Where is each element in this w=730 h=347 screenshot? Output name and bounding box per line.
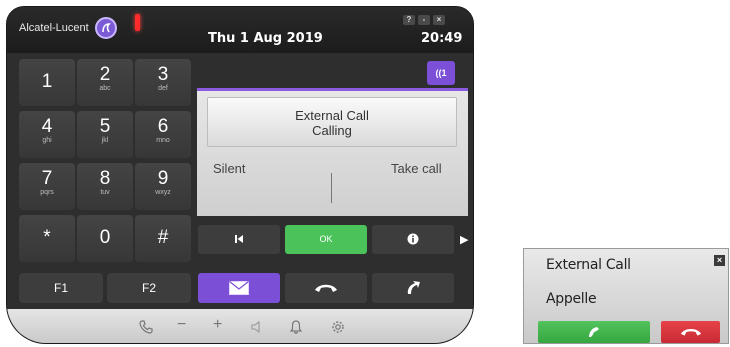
key-digit: 3 (157, 64, 169, 85)
key-digit: 1 (41, 71, 53, 92)
key-hash[interactable]: # (135, 215, 191, 262)
key-digit: # (157, 227, 169, 248)
minimize-button[interactable]: - (418, 15, 430, 25)
key-letters: abc (99, 85, 111, 92)
key-8[interactable]: 8 tuv (77, 163, 133, 210)
help-button[interactable]: ? (403, 15, 415, 25)
mail-button[interactable] (198, 273, 280, 303)
key-digit: 7 (41, 168, 53, 189)
answer-button[interactable] (538, 321, 650, 343)
reject-phone-icon (680, 327, 702, 337)
key-7[interactable]: 7 pqrs (19, 163, 75, 210)
popup-close-button[interactable]: × (714, 255, 725, 266)
phone-window: Alcatel-Lucent Thu 1 Aug 2019 20:49 ? - … (6, 6, 474, 344)
title-bar: Alcatel-Lucent Thu 1 Aug 2019 20:49 ? - … (7, 7, 473, 53)
previous-button[interactable] (198, 225, 280, 254)
key-6[interactable]: 6 mno (135, 111, 191, 158)
alert-icon (135, 14, 140, 31)
key-9[interactable]: 9 wxyz (135, 163, 191, 210)
key-digit: * (43, 227, 51, 248)
key-star[interactable]: * (19, 215, 75, 262)
f2-button[interactable]: F2 (107, 273, 191, 303)
gear-icon[interactable] (331, 320, 345, 334)
minus-icon[interactable]: − (177, 317, 186, 333)
arrow-right-icon[interactable]: ▶ (460, 233, 468, 246)
call-info-box: External Call Calling (207, 97, 457, 147)
key-0[interactable]: 0 (77, 215, 133, 262)
date-display: Thu 1 Aug 2019 (208, 31, 323, 46)
brand-name: Alcatel-Lucent (19, 22, 89, 34)
contacts-button[interactable]: ((1 (427, 61, 455, 85)
key-digit: 6 (157, 116, 169, 137)
incoming-call-popup: External Call Appelle × (523, 248, 729, 344)
call-panel: External Call Calling Silent Take call (197, 88, 468, 216)
info-icon (407, 233, 419, 245)
key-4[interactable]: 4 ghi (19, 111, 75, 158)
reject-button[interactable] (661, 321, 720, 343)
key-digit: 8 (99, 168, 111, 189)
key-digit: 5 (99, 116, 111, 137)
slider-divider (331, 173, 332, 203)
hangup-button[interactable] (285, 273, 367, 303)
f1-button[interactable]: F1 (19, 273, 103, 303)
key-1[interactable]: 1 (19, 59, 75, 106)
key-letters: pqrs (40, 189, 54, 196)
key-letters: ghi (42, 137, 52, 144)
hangup-icon (314, 283, 338, 293)
key-letters: tuv (100, 189, 110, 196)
key-letters: mno (156, 137, 170, 144)
previous-icon (234, 234, 244, 244)
key-letters: wxyz (155, 189, 171, 196)
key-digit: 0 (99, 227, 111, 248)
key-3[interactable]: 3 def (135, 59, 191, 106)
call-status: Calling (312, 123, 352, 138)
popup-call-status: Appelle (546, 291, 597, 307)
mail-icon (229, 281, 249, 295)
phone-icon[interactable] (139, 320, 153, 334)
key-2[interactable]: 2 abc (77, 59, 133, 106)
close-button[interactable]: × (433, 15, 445, 25)
silent-option[interactable]: Silent (213, 161, 246, 176)
take-call-option[interactable]: Take call (391, 161, 442, 176)
key-5[interactable]: 5 jkl (77, 111, 133, 158)
transfer-call-button[interactable] (372, 273, 454, 303)
window-controls: ? - × (403, 15, 445, 25)
speaker-icon[interactable] (250, 320, 264, 334)
caller-name: External Call (295, 108, 369, 123)
time-display: 20:49 (421, 31, 463, 46)
key-letters: def (158, 85, 168, 92)
answer-phone-icon (587, 325, 601, 339)
transfer-call-icon (405, 280, 421, 296)
info-button[interactable] (372, 225, 454, 254)
key-letters: jkl (101, 137, 109, 144)
key-digit: 4 (41, 116, 53, 137)
key-digit: 9 (157, 168, 169, 189)
key-digit: 2 (99, 64, 111, 85)
footer-toolbar: − + (7, 309, 473, 343)
alcatel-logo-icon (95, 17, 117, 39)
popup-caller-name: External Call (546, 257, 631, 273)
plus-icon[interactable]: + (213, 317, 222, 333)
bell-icon[interactable] (289, 320, 303, 334)
ok-button[interactable]: OK (285, 225, 367, 254)
